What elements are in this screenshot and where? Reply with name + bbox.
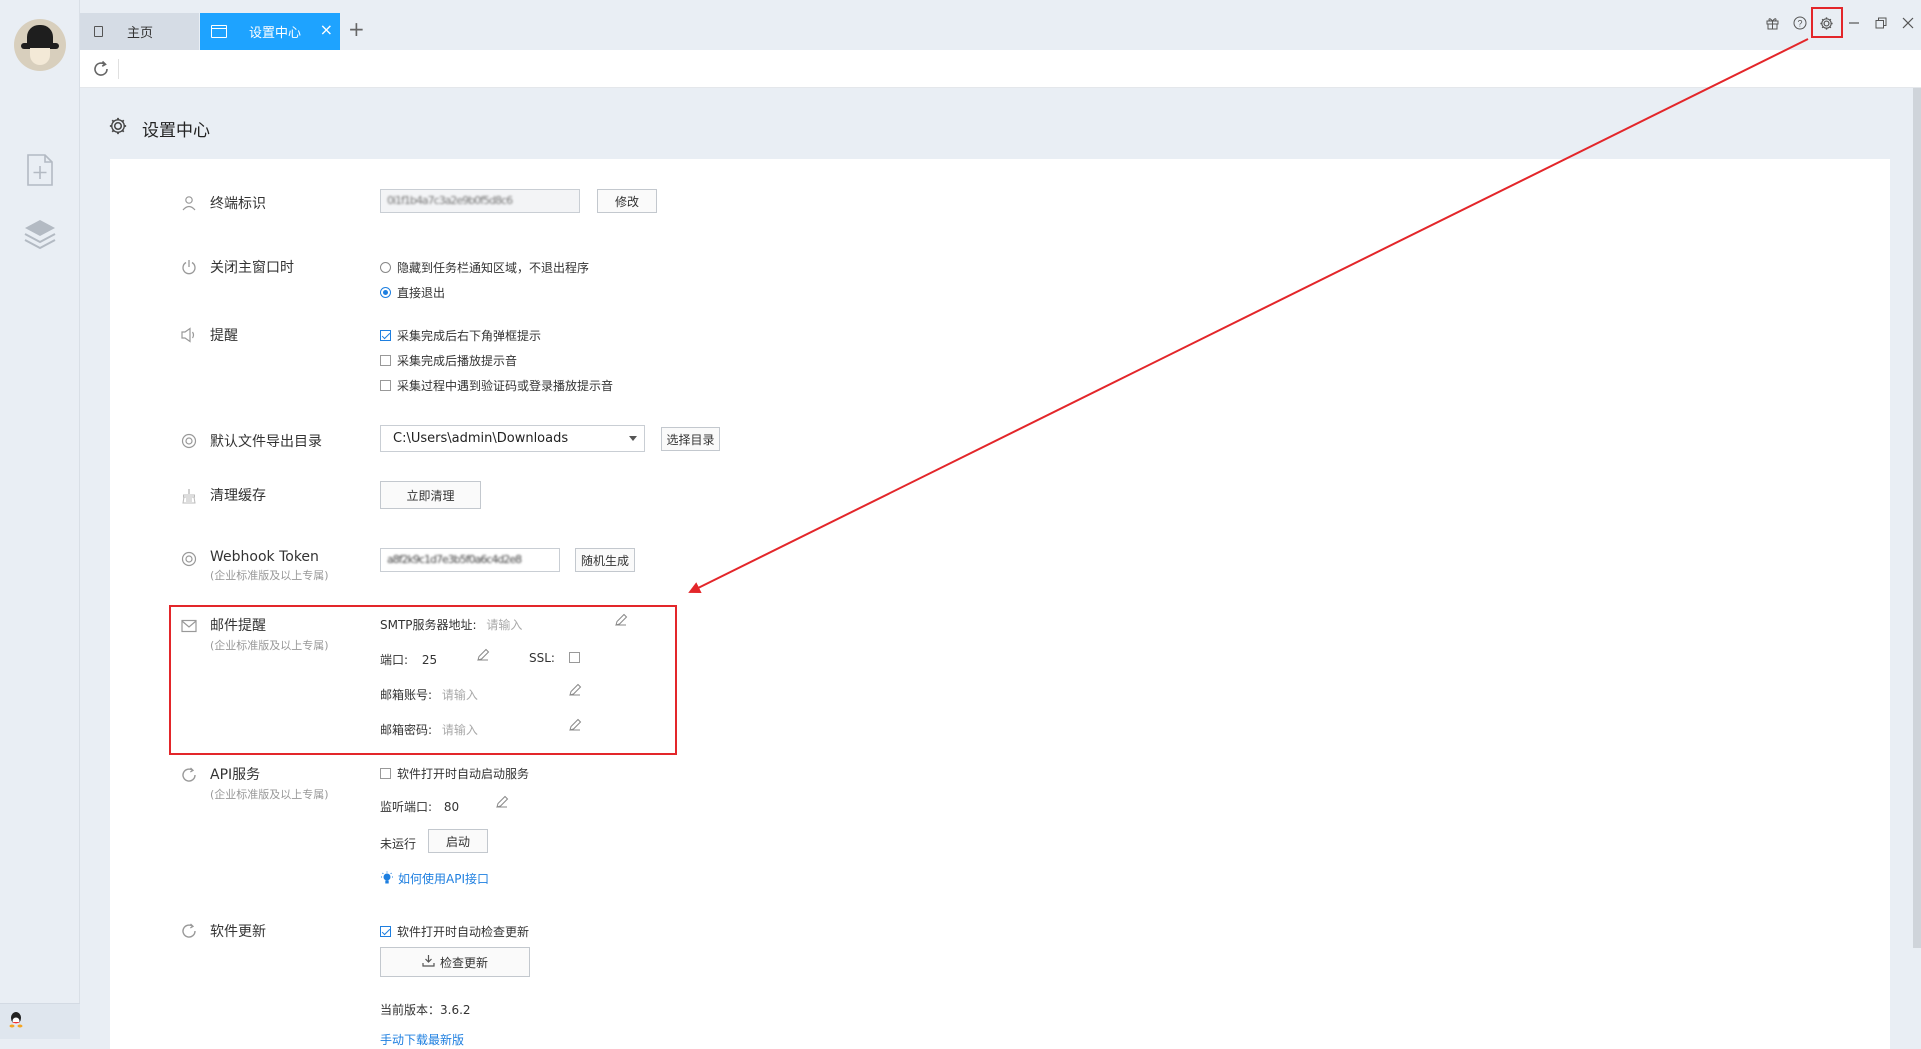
refresh-circle-icon bbox=[180, 766, 198, 784]
check-popup-reminder[interactable]: 采集完成后右下角弹框提示 bbox=[380, 327, 541, 344]
webhook-token-value: a8f2k9c1d7e3b5f0a6c4d2e8 bbox=[387, 553, 522, 564]
tab-bar: 主页 设置中心 × + bbox=[80, 0, 1921, 50]
checkbox-icon[interactable] bbox=[380, 355, 391, 366]
tab-home-label: 主页 bbox=[127, 26, 154, 41]
radio-icon[interactable] bbox=[380, 262, 391, 273]
webhook-icon bbox=[180, 550, 198, 568]
left-sidebar bbox=[0, 0, 80, 1039]
radio-exit-directly[interactable]: 直接退出 bbox=[380, 284, 445, 301]
terminal-id-value: 0i1f1b4a7c3a2e9b0f5d8c6 bbox=[387, 194, 513, 205]
radio-exit-label: 直接退出 bbox=[397, 286, 446, 300]
export-dir-label: 默认文件导出目录 bbox=[210, 434, 322, 450]
version-value: 3.6.2 bbox=[440, 1003, 471, 1017]
mail-section-highlight bbox=[169, 605, 677, 755]
start-api-button[interactable]: 启动 bbox=[428, 829, 488, 853]
svg-text:?: ? bbox=[1797, 19, 1802, 29]
settings-panel: 终端标识 0i1f1b4a7c3a2e9b0f5d8c6 修改 关闭主窗口时 隐… bbox=[110, 159, 1890, 1049]
clear-cache-button[interactable]: 立即清理 bbox=[380, 481, 481, 509]
user-icon bbox=[180, 194, 198, 212]
add-tab-icon[interactable]: + bbox=[348, 17, 365, 41]
api-sub: (企业标准版及以上专属) bbox=[210, 788, 329, 801]
api-label-text: API服务 bbox=[210, 767, 261, 783]
terminal-id-label: 终端标识 bbox=[210, 196, 266, 212]
api-port-label: 监听端口: bbox=[380, 800, 433, 814]
generate-token-button[interactable]: 随机生成 bbox=[575, 548, 635, 572]
power-icon bbox=[180, 258, 198, 276]
api-port-value[interactable]: 80 bbox=[444, 800, 459, 814]
check-popup-label: 采集完成后右下角弹框提示 bbox=[397, 329, 542, 343]
version-info: 当前版本：3.6.2 bbox=[380, 1001, 471, 1018]
broom-icon bbox=[180, 487, 198, 505]
check-sound-label: 采集完成后播放提示音 bbox=[397, 354, 518, 368]
qq-icon[interactable] bbox=[9, 1011, 23, 1032]
api-autostart-label: 软件打开时自动启动服务 bbox=[397, 767, 530, 781]
webhook-label-text: Webhook Token bbox=[210, 549, 319, 565]
webhook-sub: (企业标准版及以上专属) bbox=[210, 569, 329, 582]
tab-settings[interactable]: 设置中心 × bbox=[200, 13, 340, 50]
export-dir-select[interactable]: C:\Users\admin\Downloads bbox=[380, 425, 645, 452]
tab-home[interactable]: 主页 bbox=[80, 13, 199, 50]
page-icon bbox=[94, 26, 103, 37]
checkbox-checked-icon[interactable] bbox=[380, 330, 391, 341]
page-title-text: 设置中心 bbox=[142, 121, 210, 141]
checkbox-icon[interactable] bbox=[380, 380, 391, 391]
toolbar bbox=[80, 50, 1921, 88]
manual-download-link[interactable]: 手动下载最新版 bbox=[380, 1031, 464, 1048]
toolbar-divider bbox=[118, 59, 119, 79]
speaker-icon bbox=[180, 326, 198, 344]
terminal-id-field: 0i1f1b4a7c3a2e9b0f5d8c6 bbox=[380, 189, 580, 213]
version-label: 当前版本： bbox=[380, 1003, 441, 1017]
check-update-label: 检查更新 bbox=[439, 955, 488, 970]
help-icon[interactable]: ? bbox=[1786, 10, 1813, 36]
new-task-icon[interactable] bbox=[22, 152, 58, 188]
close-window-label: 关闭主窗口时 bbox=[210, 260, 294, 276]
api-port-field[interactable]: 监听端口: 80 bbox=[380, 798, 459, 815]
qq-bar[interactable] bbox=[0, 1003, 80, 1039]
check-auto-update[interactable]: 软件打开时自动检查更新 bbox=[380, 923, 529, 940]
check-api-autostart[interactable]: 软件打开时自动启动服务 bbox=[380, 765, 529, 782]
window-icon bbox=[211, 25, 227, 38]
check-update-button[interactable]: 检查更新 bbox=[380, 947, 530, 977]
export-dir-value: C:\Users\admin\Downloads bbox=[393, 431, 569, 446]
radio-selected-icon[interactable] bbox=[380, 287, 391, 298]
check-captcha-label: 采集过程中遇到验证码或登录播放提示音 bbox=[397, 379, 614, 393]
edit-api-port-icon[interactable] bbox=[495, 795, 509, 813]
layers-icon[interactable] bbox=[22, 216, 58, 252]
cache-label: 清理缓存 bbox=[210, 488, 266, 504]
api-help-link[interactable]: 如何使用API接口 bbox=[380, 870, 489, 889]
folder-target-icon bbox=[180, 432, 198, 450]
chevron-down-icon[interactable] bbox=[629, 436, 637, 441]
avatar[interactable] bbox=[14, 19, 66, 71]
check-captcha-reminder[interactable]: 采集过程中遇到验证码或登录播放提示音 bbox=[380, 377, 613, 394]
api-help-text[interactable]: 如何使用API接口 bbox=[398, 872, 489, 886]
page-title: 设置中心 bbox=[108, 116, 210, 141]
lightbulb-icon bbox=[380, 871, 394, 889]
checkbox-checked-icon[interactable] bbox=[380, 926, 391, 937]
settings-icon-highlight bbox=[1811, 7, 1843, 38]
update-label: 软件更新 bbox=[210, 924, 266, 940]
update-icon bbox=[180, 922, 198, 940]
checkbox-icon[interactable] bbox=[380, 768, 391, 779]
tab-settings-label: 设置中心 bbox=[249, 26, 302, 41]
tab-close-icon[interactable]: × bbox=[320, 22, 333, 38]
minimize-icon[interactable] bbox=[1840, 10, 1867, 36]
gear-icon bbox=[108, 116, 128, 141]
webhook-token-field[interactable]: a8f2k9c1d7e3b5f0a6c4d2e8 bbox=[380, 548, 560, 572]
edit-terminal-button[interactable]: 修改 bbox=[597, 189, 657, 213]
radio-hide-to-tray[interactable]: 隐藏到任务栏通知区域，不退出程序 bbox=[380, 259, 589, 276]
webhook-label: Webhook Token (企业标准版及以上专属) bbox=[210, 549, 329, 583]
refresh-icon[interactable] bbox=[92, 60, 110, 78]
auto-update-label: 软件打开时自动检查更新 bbox=[397, 925, 530, 939]
gift-icon[interactable] bbox=[1759, 10, 1786, 36]
check-sound-reminder[interactable]: 采集完成后播放提示音 bbox=[380, 352, 517, 369]
restore-icon[interactable] bbox=[1867, 10, 1894, 36]
api-status: 未运行 bbox=[380, 837, 417, 851]
reminder-label: 提醒 bbox=[210, 328, 238, 344]
api-label: API服务 (企业标准版及以上专属) bbox=[210, 764, 329, 802]
close-icon[interactable] bbox=[1894, 10, 1921, 36]
download-icon bbox=[422, 954, 435, 970]
scrollbar[interactable] bbox=[1913, 88, 1921, 948]
radio-hide-label: 隐藏到任务栏通知区域，不退出程序 bbox=[397, 261, 590, 275]
choose-dir-button[interactable]: 选择目录 bbox=[661, 427, 720, 451]
